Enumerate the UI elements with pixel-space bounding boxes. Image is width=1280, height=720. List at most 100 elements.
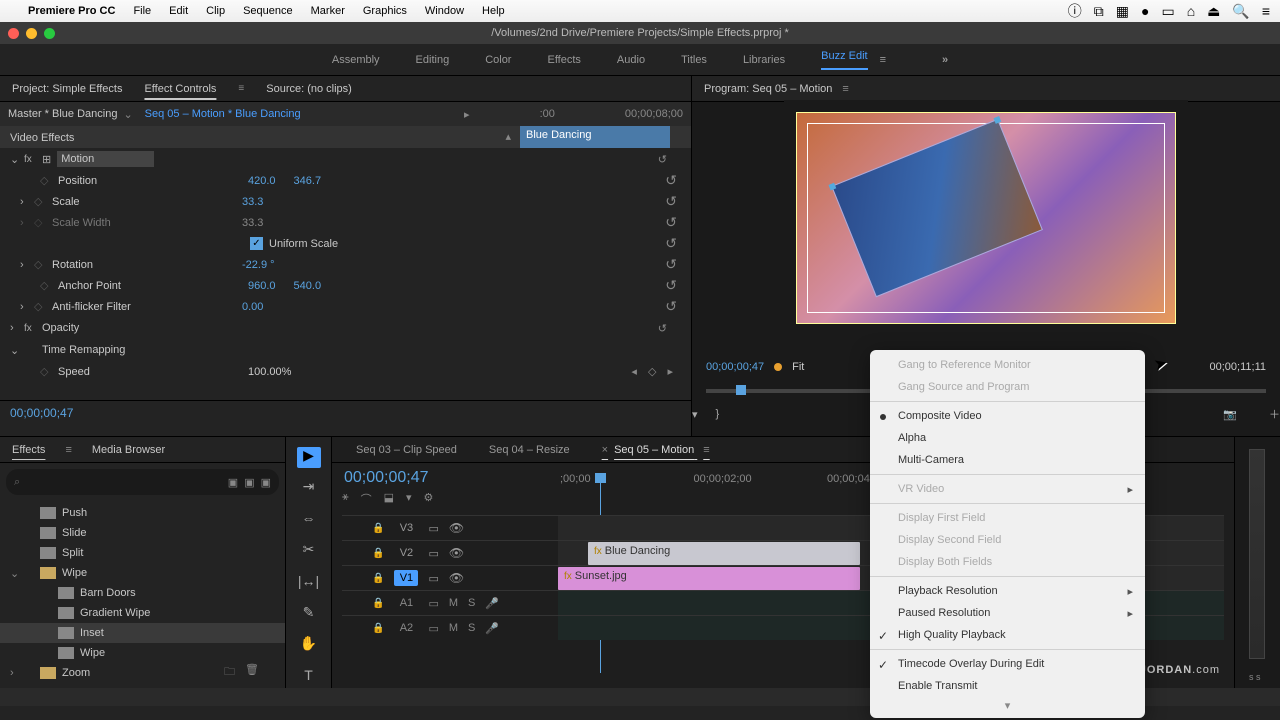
tab-source[interactable]: Source: (no clips) <box>266 83 352 95</box>
close-window-button[interactable] <box>8 28 19 39</box>
clip-sunset[interactable]: fxSunset.jpg <box>558 567 860 590</box>
list-item[interactable]: Split <box>0 543 285 563</box>
twist-icon[interactable]: › <box>20 301 34 313</box>
program-timecode-left[interactable]: 00;00;00;47 <box>706 361 764 373</box>
reset-icon[interactable]: ↺ <box>658 322 667 335</box>
keyframe-toggle-icon[interactable]: ◇ <box>40 279 58 292</box>
menu-graphics[interactable]: Graphics <box>363 5 407 17</box>
keyframe-toggle-icon[interactable]: ◇ <box>40 365 58 378</box>
eye-icon[interactable]: 👁 <box>449 521 464 535</box>
tab-media-browser[interactable]: Media Browser <box>92 444 165 456</box>
reset-icon[interactable]: ↺ <box>658 153 667 166</box>
effects-search-input[interactable]: ⌕ ▣ ▣ ▣ <box>6 469 279 495</box>
list-item[interactable]: Barn Doors <box>0 583 285 603</box>
list-item[interactable]: Wipe <box>0 643 285 663</box>
zoom-window-button[interactable] <box>44 28 55 39</box>
filter-icon[interactable]: ▣ <box>228 476 238 489</box>
speed-value[interactable]: 100.00% <box>248 366 291 378</box>
menu-playback-resolution[interactable]: Playback Resolution▸ <box>870 580 1145 602</box>
menu-marker[interactable]: Marker <box>311 5 345 17</box>
track-target[interactable]: V2 <box>394 545 418 561</box>
tab-effect-controls[interactable]: Effect Controls <box>144 83 216 95</box>
toggle-output-icon[interactable]: ▭ <box>428 572 438 585</box>
solo-button[interactable]: S <box>468 597 475 609</box>
lock-icon[interactable]: 🔒 <box>372 598 384 609</box>
sequence-tab-active[interactable]: ×Seq 05 – Motion ≡ <box>590 444 722 456</box>
slip-tool-icon[interactable]: |↔| <box>297 573 321 594</box>
fx-badge-icon[interactable]: fx <box>24 154 42 165</box>
new-bin-icon[interactable]: 🗀 <box>224 663 235 682</box>
workspace-buzz-edit[interactable]: Buzz Edit <box>821 50 867 70</box>
menu-edit[interactable]: Edit <box>169 5 188 17</box>
sequence-tab[interactable]: Seq 04 – Resize <box>477 444 582 456</box>
lock-icon[interactable]: 🔒 <box>372 573 384 584</box>
workspace-menu-icon[interactable]: ≡ <box>880 54 886 66</box>
track-target[interactable]: V1 <box>394 570 418 586</box>
info-icon[interactable]: ⓘ <box>1068 1 1082 21</box>
menu-help[interactable]: Help <box>482 5 505 17</box>
toggle-output-icon[interactable]: ▭ <box>428 522 438 535</box>
timeline-play-icon[interactable]: ▸ <box>464 108 470 121</box>
selection-tool-icon[interactable]: ▶ <box>297 447 321 468</box>
cc-icon[interactable]: ▦ <box>1116 3 1129 20</box>
scale-value[interactable]: 33.3 <box>242 196 263 208</box>
track-target[interactable]: A2 <box>394 620 418 636</box>
marker-add-icon[interactable]: ▾ <box>406 491 412 507</box>
reset-icon[interactable]: ↺ <box>665 193 677 210</box>
workspace-audio[interactable]: Audio <box>617 54 645 66</box>
menu-window[interactable]: Window <box>425 5 464 17</box>
razor-tool-icon[interactable]: ✂ <box>297 541 321 562</box>
reset-icon[interactable]: ↺ <box>665 256 677 273</box>
eye-icon[interactable]: 👁 <box>449 546 464 560</box>
menu-list-icon[interactable]: ≡ <box>1262 3 1270 19</box>
sequence-tab[interactable]: Seq 03 – Clip Speed <box>344 444 469 456</box>
menu-timecode-overlay[interactable]: ✓Timecode Overlay During Edit <box>870 653 1145 675</box>
panel-menu-icon[interactable]: ≡ <box>238 83 244 94</box>
menu-high-quality-playback[interactable]: ✓High Quality Playback <box>870 624 1145 646</box>
twist-icon[interactable]: › <box>20 259 34 271</box>
fx-badge-icon[interactable]: fx <box>24 323 42 334</box>
rotation-value[interactable]: -22.9 ° <box>242 259 275 271</box>
panel-menu-icon[interactable]: ≡ <box>65 444 71 456</box>
eject-icon[interactable]: ⏏ <box>1207 3 1220 20</box>
position-y[interactable]: 346.7 <box>294 175 322 187</box>
workspace-assembly[interactable]: Assembly <box>332 54 380 66</box>
menu-composite-video[interactable]: Composite Video <box>870 405 1145 427</box>
workspace-color[interactable]: Color <box>485 54 511 66</box>
solo-button[interactable]: S <box>468 622 475 634</box>
minimize-window-button[interactable] <box>26 28 37 39</box>
uniform-scale-checkbox[interactable]: ✓ <box>250 237 263 250</box>
reset-icon[interactable]: ↺ <box>665 235 677 252</box>
toggle-output-icon[interactable]: ▭ <box>428 547 438 560</box>
time-remapping-effect[interactable]: Time Remapping <box>42 344 125 356</box>
workspace-editing[interactable]: Editing <box>416 54 450 66</box>
keyframe-toggle-icon[interactable]: ◇ <box>34 258 52 271</box>
mark-out-icon[interactable]: } <box>716 408 720 420</box>
eye-icon[interactable]: 👁 <box>449 571 464 585</box>
filter-icon[interactable]: ▣ <box>261 476 271 489</box>
twist-down-icon[interactable]: ⌄ <box>10 153 24 166</box>
panel-menu-icon[interactable]: ≡ <box>703 444 709 456</box>
reset-icon[interactable]: ↺ <box>665 298 677 315</box>
list-item[interactable]: Push <box>0 503 285 523</box>
position-x[interactable]: 420.0 <box>248 175 276 187</box>
track-select-tool-icon[interactable]: ⇥ <box>297 478 321 499</box>
clip-lane[interactable]: Blue Dancing <box>520 126 670 148</box>
twist-icon[interactable]: › <box>20 196 34 208</box>
filter-icon[interactable]: ▣ <box>244 476 254 489</box>
reset-icon[interactable]: ↺ <box>665 214 677 231</box>
export-frame-icon[interactable]: 📷 <box>1223 408 1237 421</box>
panel-menu-icon[interactable]: ≡ <box>842 83 848 95</box>
dropbox-icon[interactable]: ⧉ <box>1094 3 1104 20</box>
tab-project[interactable]: Project: Simple Effects <box>12 83 122 95</box>
clip-blue-dancing[interactable]: fxBlue Dancing <box>588 542 860 565</box>
status-dot-icon[interactable]: ● <box>1141 3 1149 19</box>
menu-file[interactable]: File <box>133 5 151 17</box>
scrubber-playhead[interactable] <box>736 385 746 395</box>
menu-clip[interactable]: Clip <box>206 5 225 17</box>
menu-paused-resolution[interactable]: Paused Resolution▸ <box>870 602 1145 624</box>
workspace-titles[interactable]: Titles <box>681 54 707 66</box>
close-tab-icon[interactable]: × <box>602 444 608 456</box>
hand-tool-icon[interactable]: ✋ <box>297 635 321 656</box>
workspace-effects[interactable]: Effects <box>547 54 580 66</box>
